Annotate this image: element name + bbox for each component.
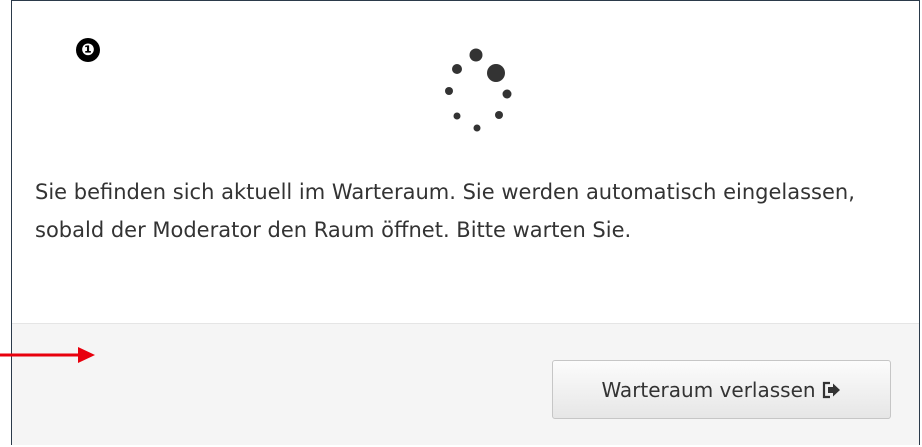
leave-waiting-room-button[interactable]: Warteraum verlassen xyxy=(552,360,891,419)
leave-button-label: Warteraum verlassen xyxy=(601,377,816,402)
sign-out-icon xyxy=(822,381,840,398)
step-number-badge: ❶ xyxy=(76,38,100,62)
waiting-room-panel: ❶ Sie befinden sich aktuell im Warteraum… xyxy=(11,0,920,445)
annotation-arrow-icon xyxy=(0,347,95,363)
waiting-room-message: Sie befinden sich aktuell im Warteraum. … xyxy=(35,180,855,242)
panel-footer: Warteraum verlassen xyxy=(12,323,919,445)
loading-spinner-icon xyxy=(445,48,512,132)
